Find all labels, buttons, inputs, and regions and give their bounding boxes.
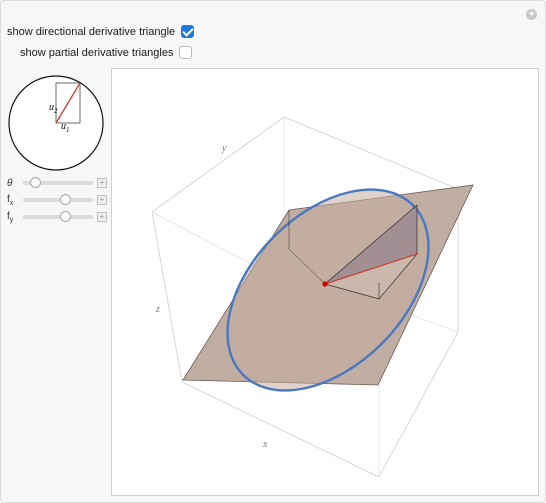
base-point: [322, 281, 328, 287]
theta-expand-button[interactable]: +: [97, 178, 107, 188]
partial-triangles-label: show partial derivative triangles: [20, 46, 174, 59]
unit-circle-locator[interactable]: u2 u1: [7, 74, 105, 172]
x-axis-label: x: [262, 439, 268, 450]
fx-label: fx: [7, 193, 14, 207]
fx-expand-button[interactable]: +: [97, 195, 107, 205]
theta-label: θ: [7, 177, 13, 189]
fy-slider-row: fy +: [7, 210, 107, 224]
fy-slider[interactable]: [23, 211, 93, 222]
fy-label: fy: [7, 210, 14, 224]
partial-triangles-checkbox[interactable]: [179, 46, 193, 59]
fx-slider-thumb[interactable]: [59, 194, 71, 205]
y-axis-label: y: [221, 143, 227, 154]
add-icon[interactable]: +: [526, 9, 537, 20]
fy-expand-button[interactable]: +: [97, 212, 107, 222]
dir-triangle-row[interactable]: show directional derivative triangle: [7, 25, 195, 38]
dir-triangle-label: show directional derivative triangle: [7, 25, 176, 38]
z-axis-label: z: [155, 304, 160, 315]
partial-triangles-row[interactable]: show partial derivative triangles: [20, 46, 193, 59]
fx-slider[interactable]: [23, 194, 93, 205]
theta-slider[interactable]: [23, 177, 93, 188]
plot-3d[interactable]: y z x: [111, 68, 539, 496]
fx-slider-row: fx +: [7, 193, 107, 207]
manipulate-panel: + show directional derivative triangle s…: [0, 0, 546, 503]
fy-slider-thumb[interactable]: [59, 211, 71, 222]
theta-slider-thumb[interactable]: [30, 177, 42, 188]
plot-3d-svg[interactable]: y z x: [112, 69, 538, 495]
dir-triangle-checkbox[interactable]: [181, 25, 195, 38]
theta-slider-row: θ +: [7, 177, 107, 189]
